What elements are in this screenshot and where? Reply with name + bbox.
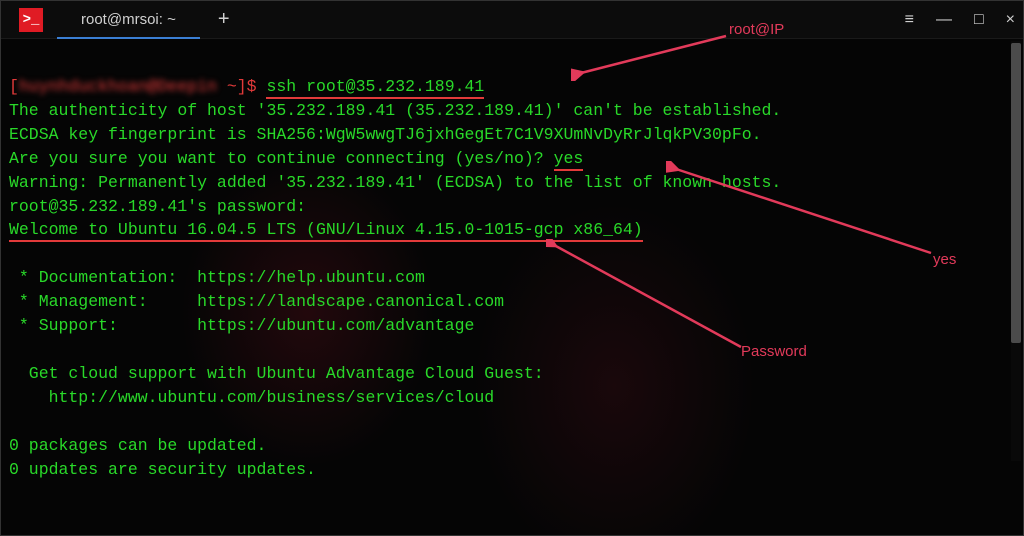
ssh-command: ssh root@35.232.189.41 <box>266 77 484 99</box>
minimize-button[interactable]: — <box>936 11 952 29</box>
titlebar: >_ root@mrsoi: ~ + ≡ — □ × <box>1 1 1023 39</box>
annotation-root-ip: root@IP <box>729 21 784 38</box>
output-line: Warning: Permanently added '35.232.189.4… <box>9 173 781 192</box>
output-line: Are you sure you want to continue connec… <box>9 149 554 168</box>
user-input-yes: yes <box>554 149 584 171</box>
terminal-app-icon: >_ <box>19 8 43 32</box>
output-line: * Management: https://landscape.canonica… <box>9 292 504 311</box>
new-tab-button[interactable]: + <box>200 8 248 31</box>
prompt-path: ~]$ <box>217 77 267 96</box>
terminal-glyph: >_ <box>23 12 40 28</box>
output-line: Welcome to Ubuntu 16.04.5 LTS (GNU/Linux… <box>9 220 643 242</box>
tab-active[interactable]: root@mrsoi: ~ <box>57 1 200 39</box>
terminal-output[interactable]: [huynhduckhoan@Deepin ~]$ ssh root@35.23… <box>1 39 1023 535</box>
plus-icon: + <box>218 8 230 30</box>
prompt-user: huynhduckhoan@Deepin <box>19 77 217 96</box>
menu-icon[interactable]: ≡ <box>905 11 914 29</box>
terminal-window: >_ root@mrsoi: ~ + ≡ — □ × [huynhduckhoa… <box>0 0 1024 536</box>
tab-title: root@mrsoi: ~ <box>81 11 176 28</box>
output-line: 0 packages can be updated. <box>9 436 266 455</box>
output-line: The authenticity of host '35.232.189.41 … <box>9 101 781 120</box>
output-line: ECDSA key fingerprint is SHA256:WgW5wwgT… <box>9 125 762 144</box>
scrollbar-thumb[interactable] <box>1011 43 1021 343</box>
annotation-yes: yes <box>933 251 956 268</box>
output-line: http://www.ubuntu.com/business/services/… <box>9 388 494 407</box>
output-line: root@35.232.189.41's password: <box>9 197 306 216</box>
output-line: * Documentation: https://help.ubuntu.com <box>9 268 425 287</box>
maximize-button[interactable]: □ <box>974 11 984 29</box>
output-line: * Support: https://ubuntu.com/advantage <box>9 316 474 335</box>
annotation-password: Password <box>741 343 807 360</box>
window-controls: ≡ — □ × <box>905 1 1015 39</box>
output-line: 0 updates are security updates. <box>9 460 316 479</box>
close-button[interactable]: × <box>1006 11 1015 29</box>
output-line: Get cloud support with Ubuntu Advantage … <box>9 364 544 383</box>
